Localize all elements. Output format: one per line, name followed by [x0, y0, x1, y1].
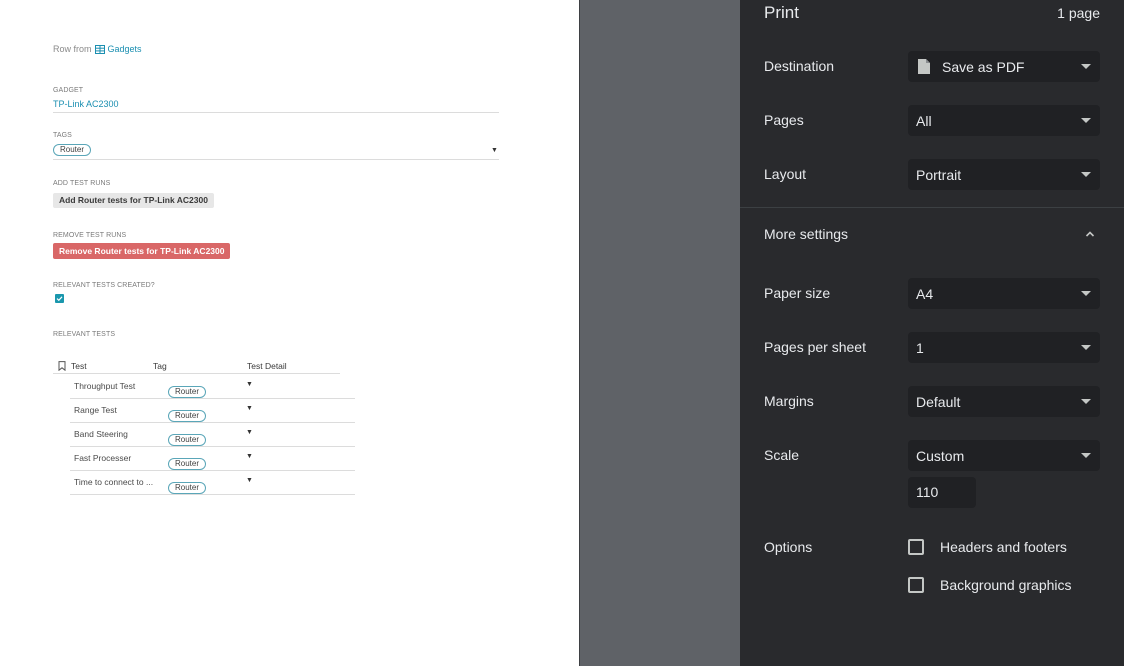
pages-per-sheet-label: Pages per sheet: [764, 339, 866, 355]
test-name: Fast Processer: [74, 453, 132, 463]
tag-cell: Router: [168, 429, 207, 447]
table-row: Fast Processer Router ▼: [53, 447, 355, 471]
tags-underline: [53, 159, 499, 160]
detail-dropdown-icon: ▼: [246, 381, 253, 388]
scale-custom-input[interactable]: 110: [908, 477, 976, 508]
gadget-value: TP-Link AC2300: [53, 99, 119, 109]
tag-chip: Router: [168, 458, 207, 470]
row-from-link: Gadgets: [94, 44, 142, 54]
print-title: Print: [764, 3, 799, 22]
chevron-up-icon: [1085, 231, 1095, 237]
add-test-runs-button: Add Router tests for TP-Link AC2300: [53, 193, 214, 208]
row-from: Row from Gadgets: [53, 44, 142, 54]
detail-dropdown-icon: ▼: [246, 429, 253, 436]
detail-dropdown-icon: ▼: [246, 453, 253, 460]
header-divider: [53, 373, 340, 374]
header-test: Test: [71, 361, 87, 371]
test-name: Time to connect to ...: [74, 477, 154, 487]
chevron-down-icon: [1081, 345, 1091, 350]
row-divider: [70, 494, 355, 495]
background-graphics-checkbox[interactable]: [908, 577, 924, 593]
tag-chip: Router: [53, 144, 92, 156]
destination-select[interactable]: Save as PDF: [908, 51, 1100, 82]
gadget-label: GADGET: [53, 87, 84, 94]
gadget-underline: [53, 112, 499, 113]
test-name: Throughput Test: [74, 381, 136, 391]
tags-dropdown-icon: ▼: [491, 147, 498, 154]
chevron-down-icon: [1081, 64, 1091, 69]
headers-footers-label[interactable]: Headers and footers: [940, 539, 1067, 555]
scale-select[interactable]: Custom: [908, 440, 1100, 471]
header-tag: Tag: [153, 361, 167, 371]
row-from-table: Gadgets: [107, 44, 142, 54]
scale-value: Custom: [916, 447, 965, 464]
row-from-label: Row from: [53, 44, 92, 54]
chevron-down-icon: [1081, 172, 1091, 177]
detail-dropdown-icon: ▼: [246, 405, 253, 412]
background-graphics-label[interactable]: Background graphics: [940, 577, 1072, 593]
page-edge: [579, 0, 580, 666]
relevant-tests-table: Test Tag Test Detail Throughput Test Rou…: [53, 356, 355, 495]
pages-value: All: [916, 112, 932, 129]
test-name: Band Steering: [74, 429, 128, 439]
page-count: 1 page: [1057, 5, 1100, 21]
print-preview-page: Row from Gadgets GADGET TP-Link AC2300 T…: [0, 0, 579, 666]
more-settings-label: More settings: [764, 226, 849, 242]
table-row: Range Test Router ▼: [53, 399, 355, 423]
relevant-tests-label: RELEVANT TESTS: [53, 331, 116, 338]
tags-field: Router: [53, 144, 92, 156]
tags-label: TAGS: [53, 132, 72, 139]
pages-per-sheet-select[interactable]: 1: [908, 332, 1100, 363]
more-settings-toggle[interactable]: More settings: [740, 208, 1124, 260]
detail-dropdown-icon: ▼: [246, 477, 253, 484]
margins-value: Default: [916, 393, 961, 410]
table-header: Test Tag Test Detail: [53, 356, 355, 375]
document-icon: [918, 59, 930, 74]
remove-runs-label: REMOVE TEST RUNS: [53, 232, 127, 239]
tag-chip: Router: [168, 410, 207, 422]
check-icon: [56, 296, 63, 302]
chevron-down-icon: [1081, 399, 1091, 404]
add-runs-label: ADD TEST RUNS: [53, 180, 111, 187]
print-settings-panel: Print 1 page Destination Save as PDF Pag…: [740, 0, 1124, 666]
layout-label: Layout: [764, 166, 807, 182]
chevron-down-icon: [1081, 118, 1091, 123]
tests-created-checkbox: [55, 294, 64, 303]
pages-label: Pages: [764, 112, 804, 128]
table-icon: [94, 44, 105, 54]
tag-cell: Router: [168, 453, 207, 471]
tag-chip: Router: [168, 386, 207, 398]
destination-value: Save as PDF: [942, 58, 1025, 75]
tag-cell: Router: [168, 381, 207, 399]
pages-per-sheet-value: 1: [916, 339, 924, 356]
options-label: Options: [764, 539, 813, 555]
paper-size-label: Paper size: [764, 285, 831, 301]
scale-label: Scale: [764, 447, 800, 463]
tests-created-label: RELEVANT TESTS CREATED?: [53, 282, 155, 289]
margins-select[interactable]: Default: [908, 386, 1100, 417]
tag-chip: Router: [168, 482, 207, 494]
header-test-detail: Test Detail: [247, 361, 287, 371]
remove-test-runs-button: Remove Router tests for TP-Link AC2300: [53, 243, 231, 259]
paper-size-select[interactable]: A4: [908, 278, 1100, 309]
preview-scroll-area[interactable]: [579, 0, 740, 666]
layout-value: Portrait: [916, 166, 962, 183]
tag-chip: Router: [168, 434, 207, 446]
pages-select[interactable]: All: [908, 105, 1100, 136]
table-row: Band Steering Router ▼: [53, 423, 355, 447]
destination-label: Destination: [764, 58, 835, 74]
margins-label: Margins: [764, 393, 814, 409]
tag-cell: Router: [168, 477, 207, 495]
table-row: Time to connect to ... Router ▼: [53, 471, 355, 495]
layout-select[interactable]: Portrait: [908, 159, 1100, 190]
headers-footers-checkbox[interactable]: [908, 539, 924, 555]
test-name: Range Test: [74, 405, 117, 415]
table-row: Throughput Test Router ▼: [53, 375, 355, 399]
chevron-down-icon: [1081, 291, 1091, 296]
chevron-down-icon: [1081, 453, 1091, 458]
paper-size-value: A4: [916, 285, 934, 302]
tag-cell: Router: [168, 405, 207, 423]
bookmark-icon: [58, 361, 66, 371]
